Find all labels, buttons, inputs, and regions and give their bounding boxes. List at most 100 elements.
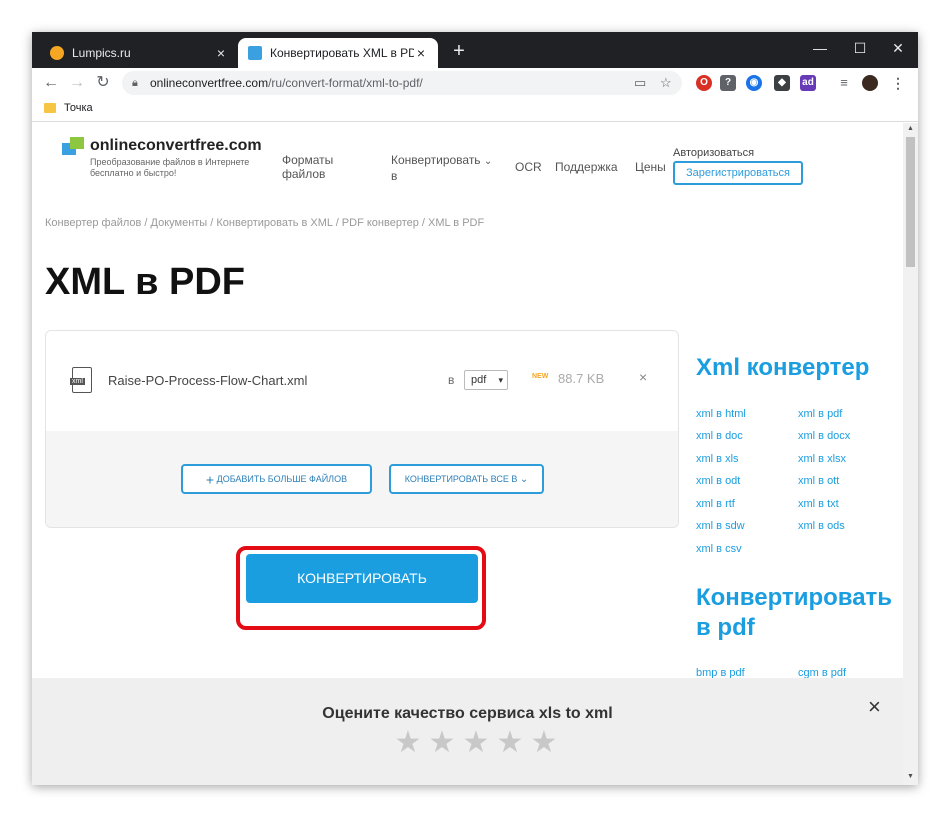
scrollbar-thumb[interactable] bbox=[906, 137, 915, 267]
extension-box-icon[interactable]: ◆ bbox=[774, 75, 790, 91]
add-more-files-label: Добавить больше файлов bbox=[216, 474, 348, 484]
folder-icon bbox=[44, 103, 56, 113]
browser-window: Lumpics.ru × Конвертировать XML в PDF он… bbox=[32, 32, 918, 785]
star-icon[interactable]: ★ bbox=[495, 728, 525, 758]
tab-label: Lumpics.ru bbox=[72, 46, 131, 60]
extension-globe-icon[interactable]: ◉ bbox=[746, 75, 762, 91]
star-icon[interactable]: ★ bbox=[427, 728, 457, 758]
minimize-icon[interactable]: — bbox=[800, 36, 840, 60]
logo-name: onlineconvertfree.com bbox=[90, 137, 262, 154]
sidebar-link[interactable]: xml в rtf bbox=[696, 498, 735, 510]
file-icon-label: xml bbox=[70, 378, 85, 385]
logo-arrows-icon bbox=[62, 137, 86, 157]
tab-close-icon[interactable]: × bbox=[214, 45, 228, 61]
lumpics-favicon-icon bbox=[50, 46, 64, 60]
extension-opera-icon[interactable]: O bbox=[696, 75, 712, 91]
tab-lumpics[interactable]: Lumpics.ru × bbox=[40, 38, 238, 68]
add-more-files-button[interactable]: + Добавить больше файлов bbox=[181, 464, 372, 494]
sidebar-link[interactable]: xml в ott bbox=[798, 475, 839, 487]
profile-avatar[interactable] bbox=[862, 75, 878, 91]
nav-formats-line1: Форматы bbox=[282, 153, 334, 167]
file-row: xml Raise-PO-Process-Flow-Chart.xml в pd… bbox=[46, 331, 678, 431]
convert-all-dropdown[interactable]: Конвертировать все в ⌄ bbox=[389, 464, 544, 494]
tab-close-icon[interactable]: × bbox=[414, 45, 428, 61]
close-icon[interactable]: × bbox=[868, 694, 881, 720]
sidebar-link[interactable]: xml в xlsx bbox=[798, 453, 846, 465]
url-domain: onlineconvertfree.com bbox=[150, 76, 269, 90]
chevron-down-icon: ⌄ bbox=[519, 474, 529, 485]
convert-button[interactable]: Конвертировать bbox=[246, 554, 478, 603]
reading-list-icon[interactable]: ≡ bbox=[836, 75, 852, 91]
menu-kebab-icon[interactable]: ⋮ bbox=[890, 75, 906, 91]
breadcrumb[interactable]: Конвертер файлов / Документы / Конвертир… bbox=[45, 217, 484, 229]
nav-support[interactable]: Поддержка bbox=[555, 160, 618, 174]
nav-prices[interactable]: Цены bbox=[635, 160, 666, 174]
rating-title: Оцените качество сервиса xls to xml bbox=[322, 705, 613, 722]
register-button[interactable]: Зарегистрироваться bbox=[673, 161, 803, 185]
extension-help-icon[interactable]: ? bbox=[720, 75, 736, 91]
nav-file-formats[interactable]: Форматы файлов bbox=[282, 153, 333, 181]
sidebar-link[interactable]: xml в csv bbox=[696, 543, 742, 555]
convert-to-pdf-line2: в pdf bbox=[696, 614, 755, 641]
bookmark-star-icon[interactable]: ☆ bbox=[660, 71, 672, 95]
sidebar-link[interactable]: xml в docx bbox=[798, 430, 850, 442]
browser-titlebar: Lumpics.ru × Конвертировать XML в PDF он… bbox=[32, 32, 918, 68]
file-name: Raise-PO-Process-Flow-Chart.xml bbox=[108, 373, 308, 388]
url-path: /ru/convert-format/xml-to-pdf/ bbox=[268, 76, 423, 90]
chevron-down-icon: ▾ bbox=[498, 375, 503, 385]
bookmark-label: Точка bbox=[64, 102, 93, 114]
sidebar-link[interactable]: xml в odt bbox=[696, 475, 740, 487]
file-size: 88.7 KB bbox=[558, 371, 605, 386]
login-link[interactable]: Авторизоваться bbox=[673, 147, 754, 159]
sidebar-link[interactable]: xml в ods bbox=[798, 520, 845, 532]
chevron-down-icon: ⌄ bbox=[483, 156, 493, 167]
cast-icon[interactable]: ▭ bbox=[634, 71, 646, 95]
format-select[interactable]: pdf ▾ bbox=[464, 370, 508, 390]
nav-convert-to[interactable]: Конвертировать ⌄ в bbox=[391, 153, 492, 183]
maximize-icon[interactable]: ☐ bbox=[840, 36, 880, 60]
star-icon[interactable]: ★ bbox=[529, 728, 559, 758]
to-format-label: в bbox=[448, 373, 455, 387]
bookmark-tochka[interactable]: Точка bbox=[44, 102, 93, 114]
nav-convert-line1: Конвертировать bbox=[391, 153, 481, 167]
logo-tagline: Преобразование файлов в Интернете беспла… bbox=[90, 157, 250, 178]
star-rating: ★ ★ ★ ★ ★ bbox=[393, 728, 563, 758]
convert-to-pdf-heading: Конвертировать в pdf bbox=[696, 583, 892, 643]
new-tab-icon[interactable]: + bbox=[448, 40, 470, 63]
lock-icon: 🔒︎ bbox=[132, 77, 138, 89]
page-title: XML в PDF bbox=[45, 261, 246, 303]
sidebar-link[interactable]: xml в pdf bbox=[798, 408, 842, 420]
star-icon[interactable]: ★ bbox=[393, 728, 423, 758]
convert-button-label: Конвертировать bbox=[297, 570, 427, 586]
site-logo[interactable]: onlineconvertfree.com Преобразование фай… bbox=[62, 137, 280, 179]
new-badge: NEW bbox=[532, 373, 549, 380]
sidebar-link[interactable]: xml в txt bbox=[798, 498, 839, 510]
nav-ocr[interactable]: OCR bbox=[515, 160, 542, 174]
remove-file-icon[interactable]: × bbox=[639, 369, 647, 385]
scroll-up-icon[interactable]: ▲ bbox=[906, 125, 915, 132]
plus-icon: + bbox=[205, 471, 215, 488]
nav-formats-line2: файлов bbox=[282, 167, 326, 181]
sidebar-link[interactable]: xml в doc bbox=[696, 430, 743, 442]
tab-onlineconvertfree[interactable]: Конвертировать XML в PDF онлайн × bbox=[238, 38, 438, 68]
sidebar-link[interactable]: xml в xls bbox=[696, 453, 739, 465]
page-scrollbar[interactable]: ▲ ▼ bbox=[903, 123, 918, 785]
star-icon[interactable]: ★ bbox=[461, 728, 491, 758]
sidebar-link[interactable]: xml в sdw bbox=[696, 520, 745, 532]
close-window-icon[interactable]: ✕ bbox=[878, 36, 918, 60]
convert-all-label: Конвертировать все в bbox=[404, 474, 518, 484]
xml-file-icon: xml bbox=[70, 367, 92, 393]
convert-to-pdf-line1: Конвертировать bbox=[696, 584, 893, 611]
actions-row: + Добавить больше файлов Конвертировать … bbox=[46, 431, 678, 527]
reload-icon[interactable]: ↻ bbox=[92, 72, 114, 94]
nav-convert-line2: в bbox=[391, 169, 398, 183]
address-bar[interactable]: 🔒︎ onlineconvertfree.com/ru/convert-form… bbox=[122, 71, 682, 95]
back-icon[interactable]: ← bbox=[40, 72, 62, 94]
forward-icon[interactable]: → bbox=[66, 72, 88, 94]
converter-card: xml Raise-PO-Process-Flow-Chart.xml в pd… bbox=[45, 330, 679, 528]
browser-toolbar: ← → ↻ 🔒︎ onlineconvertfree.com/ru/conver… bbox=[32, 68, 918, 98]
sidebar-link[interactable]: xml в html bbox=[696, 408, 746, 420]
scroll-down-icon[interactable]: ▼ bbox=[906, 773, 915, 780]
extension-ad-icon[interactable]: ad bbox=[800, 75, 816, 91]
xml-converter-heading: Xml конвертер bbox=[696, 354, 870, 381]
